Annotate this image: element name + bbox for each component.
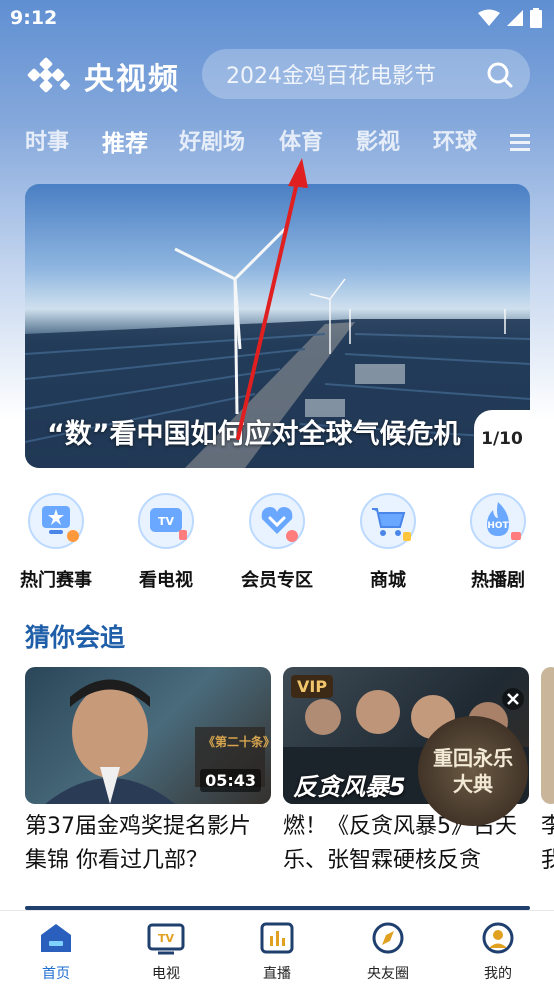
vip-badge: VIP xyxy=(291,675,334,698)
app-logo: 央视频 xyxy=(24,54,180,98)
svg-text:TV: TV xyxy=(158,515,175,528)
card-overlay-text: 《第二十条》 xyxy=(203,735,271,749)
quick-entry-label: 看电视 xyxy=(139,570,193,591)
nav-live[interactable]: 直播 xyxy=(237,921,317,983)
tab-recommended[interactable]: 推荐 xyxy=(102,124,148,158)
search-bar[interactable]: 2024金鸡百花电影节 xyxy=(202,49,530,99)
video-card-thumbnail[interactable]: 《第二十条》 05:43 xyxy=(25,667,271,804)
nav-label: 我的 xyxy=(484,966,512,982)
vip-heart-icon xyxy=(249,493,305,549)
compass-icon xyxy=(372,922,404,954)
wifi-icon xyxy=(478,9,500,26)
status-time: 9:12 xyxy=(10,7,58,29)
floating-ad[interactable]: 重回永乐大典 xyxy=(418,716,528,826)
tv-icon: TV xyxy=(138,493,194,549)
nav-tv[interactable]: TV 电视 xyxy=(126,921,206,983)
category-tabs: 时事 推荐 好剧场 体育 影视 环球 xyxy=(0,124,554,160)
hero-banner[interactable]: “数”看中国如何应对全球气候危机 xyxy=(25,184,530,468)
svg-text:TV: TV xyxy=(158,932,175,945)
caption-line: 乐、张智霖硬核反贪 xyxy=(283,848,482,873)
quick-entry-hot-series[interactable]: HOT 热播剧 xyxy=(448,492,548,592)
tab-film-tv[interactable]: 影视 xyxy=(356,124,400,156)
quick-entry-label: 会员专区 xyxy=(241,570,313,591)
video-card-caption[interactable]: 李 我 xyxy=(541,810,554,878)
close-icon[interactable] xyxy=(502,688,524,710)
battery-icon xyxy=(530,8,542,28)
quick-entry-label: 热门赛事 xyxy=(20,570,92,591)
tab-drama[interactable]: 好剧场 xyxy=(179,124,245,156)
signal-icon xyxy=(507,10,523,26)
menu-icon[interactable] xyxy=(510,132,530,152)
nav-community[interactable]: 央友圈 xyxy=(348,921,428,983)
nav-label: 直播 xyxy=(263,966,291,982)
nav-label: 电视 xyxy=(152,966,180,982)
app-name: 央视频 xyxy=(84,62,180,97)
nav-label: 首页 xyxy=(42,966,70,982)
logo-icon xyxy=(27,57,70,93)
trophy-icon xyxy=(28,493,84,549)
quick-entry-hot-events[interactable]: 热门赛事 xyxy=(6,492,106,592)
tab-current-affairs[interactable]: 时事 xyxy=(25,124,69,156)
nav-profile[interactable]: 我的 xyxy=(458,921,538,983)
video-card-caption[interactable]: 第37届金鸡奖提名影片 集锦 你看过几部？ xyxy=(25,810,275,878)
search-icon[interactable] xyxy=(486,61,514,89)
banner-title: “数”看中国如何应对全球气候危机 xyxy=(47,419,461,450)
hot-icon: HOT xyxy=(470,493,526,549)
quick-entry-label: 热播剧 xyxy=(471,570,525,591)
caption-line: 集锦 你看过几部？ xyxy=(25,848,208,873)
cart-icon xyxy=(360,493,416,549)
quick-entry-label: 商城 xyxy=(370,570,406,591)
caption-line: 我 xyxy=(541,848,554,873)
quick-entry-mall[interactable]: 商城 xyxy=(338,492,438,592)
live-icon xyxy=(260,922,294,954)
nav-home[interactable]: 首页 xyxy=(16,921,96,983)
caption-line: 第37届金鸡奖提名影片 xyxy=(25,814,251,839)
nav-label: 央友圈 xyxy=(367,966,409,982)
caption-line: 李 xyxy=(541,814,554,839)
video-duration: 05:43 xyxy=(200,769,261,792)
status-icons xyxy=(478,8,542,28)
svg-text:HOT: HOT xyxy=(487,521,509,531)
profile-icon xyxy=(482,922,514,954)
floating-ad-text: 重回永乐大典 xyxy=(433,746,513,796)
search-placeholder: 2024金鸡百花电影节 xyxy=(226,64,436,89)
tv-icon: TV xyxy=(147,923,185,955)
banner-page-counter: 1/10 xyxy=(474,410,530,468)
video-card-thumbnail[interactable] xyxy=(541,667,554,804)
quick-entry-vip-zone[interactable]: 会员专区 xyxy=(227,492,327,592)
quick-entry-watch-tv[interactable]: TV 看电视 xyxy=(116,492,216,592)
bottom-navigation: 首页 TV 电视 直播 央友圈 我的 xyxy=(0,910,554,984)
section-title: 猜你会追 xyxy=(25,623,126,652)
tab-global[interactable]: 环球 xyxy=(433,124,477,156)
status-bar: 9:12 xyxy=(0,0,554,38)
card-overlay-text: 反贪风暴5 xyxy=(293,773,406,801)
home-icon xyxy=(41,924,71,952)
tab-sports[interactable]: 体育 xyxy=(279,124,323,156)
